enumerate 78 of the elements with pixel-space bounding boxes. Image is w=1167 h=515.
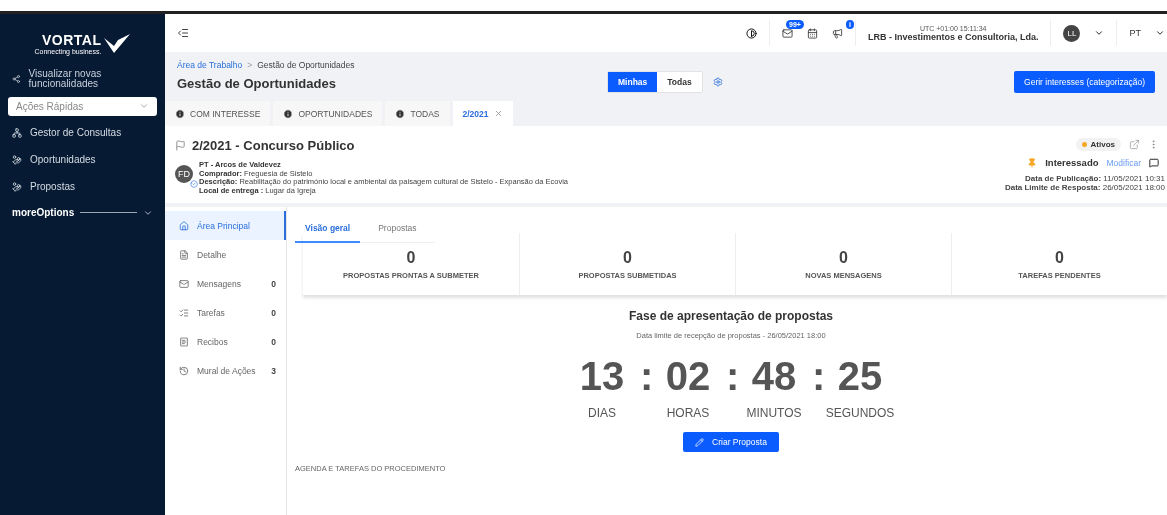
breadcrumb-link[interactable]: Área de Trabalho bbox=[177, 59, 243, 70]
whats-new-link[interactable]: Visualizar novas funcionalidades bbox=[8, 67, 157, 91]
chevron-down-icon[interactable] bbox=[1155, 28, 1165, 38]
countdown-separator: : bbox=[726, 354, 736, 400]
menu-icon[interactable] bbox=[177, 27, 189, 39]
create-proposal-button[interactable]: Criar Proposta bbox=[683, 432, 779, 452]
countdown-separator: : bbox=[812, 354, 822, 400]
sidebar-item[interactable]: Oportunidades bbox=[8, 149, 157, 170]
nav-item[interactable]: Tarefas 0 bbox=[165, 298, 286, 327]
receipt-icon bbox=[179, 336, 189, 347]
tab[interactable]: OPORTUNIDADES bbox=[273, 101, 383, 126]
content-tab[interactable]: Propostas bbox=[368, 213, 427, 243]
megaphone-icon[interactable] bbox=[831, 27, 843, 39]
quick-actions-field[interactable]: Ações Rápidas bbox=[8, 97, 157, 116]
history-icon bbox=[179, 365, 189, 376]
countdown-value: 25 bbox=[837, 354, 883, 398]
mail-icon[interactable] bbox=[781, 27, 793, 39]
info-icon bbox=[175, 108, 185, 119]
interest-status: Interessado bbox=[1045, 157, 1099, 168]
countdown-unit: SEGUNDOS bbox=[825, 406, 895, 420]
tab[interactable]: 2/2021 bbox=[452, 101, 513, 126]
share-icon bbox=[12, 74, 21, 84]
stat-value: 0 bbox=[1055, 248, 1064, 267]
phase-title: Fase de apresentação de propostas bbox=[628, 309, 834, 323]
sidebar-item[interactable]: Gestor de Consultas bbox=[8, 122, 157, 143]
stat-value: 0 bbox=[623, 248, 632, 267]
breadcrumb-current: Gestão de Oportunidades bbox=[257, 59, 355, 70]
mail-icon bbox=[179, 278, 189, 289]
info-icon bbox=[395, 108, 406, 119]
tab[interactable]: COM INTERESSE bbox=[165, 101, 271, 126]
countdown-unit: DIAS bbox=[588, 406, 616, 420]
money-bag-icon bbox=[12, 181, 22, 192]
logo-text: VORTAL bbox=[41, 32, 102, 48]
countdown-unit: HORAS bbox=[666, 406, 710, 420]
nav-item[interactable]: Recibos 0 bbox=[165, 327, 286, 356]
procedure-title: 2/2021 - Concurso Público bbox=[192, 138, 355, 153]
badge-icon bbox=[190, 180, 198, 188]
list-icon bbox=[179, 307, 189, 318]
nav-item[interactable]: Área Principal bbox=[165, 211, 286, 240]
calendar-icon[interactable] bbox=[806, 27, 818, 39]
nav-item[interactable]: Mural de Ações 3 bbox=[165, 356, 286, 385]
logo-mark-icon bbox=[104, 33, 131, 54]
manage-interests-button[interactable]: Gerir interesses (categorização) bbox=[1014, 71, 1155, 93]
money-bag-icon bbox=[12, 154, 22, 165]
company-name[interactable]: LRB - Investimentos e Consultoria, Lda. bbox=[867, 31, 1039, 42]
language-selector[interactable]: PT bbox=[1129, 28, 1141, 38]
date-text: Data de Publicação: 11/05/2021 10:31 bbox=[1025, 174, 1165, 183]
tab[interactable]: TODAS bbox=[385, 101, 450, 126]
settings-icon[interactable] bbox=[712, 77, 723, 87]
countdown-unit: MINUTOS bbox=[746, 406, 802, 420]
chevron-down-icon bbox=[139, 101, 149, 111]
status-badge: Ativos bbox=[1075, 138, 1121, 151]
countdown-value: 02 bbox=[665, 354, 711, 398]
comment-icon[interactable] bbox=[1149, 157, 1159, 168]
date-text: Data Limite de Resposta: 26/05/2021 18:00 bbox=[1004, 183, 1165, 192]
more-options-label: moreOptions bbox=[12, 207, 75, 218]
network-icon bbox=[12, 127, 22, 138]
countdown-value: 48 bbox=[751, 354, 797, 398]
stat-value: 0 bbox=[406, 248, 416, 267]
countdown-separator: : bbox=[640, 354, 650, 400]
stat-value: 0 bbox=[839, 248, 848, 267]
document-icon bbox=[179, 249, 189, 260]
chevron-down-icon[interactable] bbox=[1094, 28, 1105, 38]
page-title: Gestão de Oportunidades bbox=[177, 75, 337, 91]
sidebar-item[interactable]: Propostas bbox=[8, 176, 157, 197]
nav-item[interactable]: Mensagens 0 bbox=[165, 269, 286, 298]
breadcrumb-separator: > bbox=[247, 59, 253, 70]
info-icon bbox=[283, 108, 294, 119]
filter-toggle[interactable]: Todas bbox=[657, 72, 702, 92]
content-tab[interactable]: Visão geral bbox=[295, 213, 361, 243]
pin-icon bbox=[1027, 157, 1038, 168]
home-icon bbox=[179, 220, 189, 231]
nav-item[interactable]: Detalhe bbox=[165, 240, 286, 269]
contrast-icon[interactable] bbox=[745, 27, 757, 39]
countdown-value: 13 bbox=[579, 354, 625, 398]
filter-toggle[interactable]: Minhas bbox=[608, 72, 658, 92]
pencil-icon bbox=[695, 437, 705, 447]
user-avatar[interactable]: LL bbox=[1063, 24, 1081, 42]
